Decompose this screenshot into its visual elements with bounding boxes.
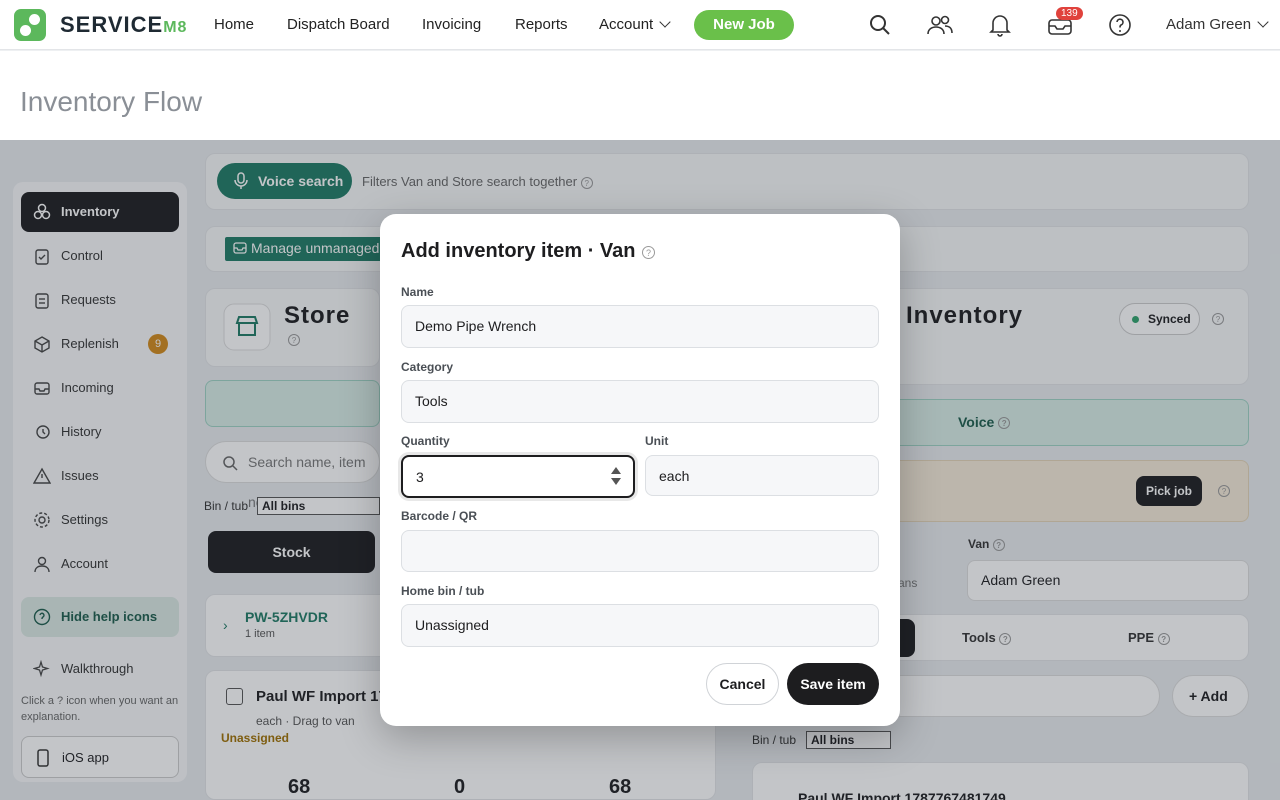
top-nav: SERVICEM8 Home Dispatch Board Invoicing … — [0, 0, 1280, 50]
servicem8-logo-icon[interactable] — [14, 9, 46, 41]
nav-account[interactable]: Account — [599, 16, 671, 33]
barcode-input[interactable] — [401, 530, 879, 572]
home-bin-select[interactable]: Unassigned — [401, 604, 879, 647]
help-icon[interactable]: ? — [642, 246, 655, 259]
stepper-arrows-icon[interactable] — [611, 465, 621, 487]
help-icon[interactable] — [1107, 12, 1133, 38]
nav-home[interactable]: Home — [214, 16, 254, 33]
name-input[interactable]: Demo Pipe Wrench — [401, 305, 879, 348]
dialog-title: Add inventory item · Van — [401, 240, 636, 262]
chevron-down-icon — [659, 16, 671, 28]
add-inventory-item-dialog: Add inventory item · Van ? Name Demo Pip… — [380, 214, 900, 726]
name-label: Name — [401, 285, 434, 299]
barcode-label: Barcode / QR — [401, 509, 478, 523]
unit-label: Unit — [645, 434, 669, 448]
user-menu[interactable]: Adam Green — [1166, 16, 1269, 33]
users-icon[interactable] — [926, 12, 954, 38]
bell-icon[interactable] — [987, 12, 1013, 38]
category-label: Category — [401, 360, 454, 374]
cancel-button[interactable]: Cancel — [706, 663, 779, 705]
nav-reports[interactable]: Reports — [515, 16, 568, 33]
category-input[interactable]: Tools — [401, 380, 879, 423]
quantity-stepper[interactable]: 3 — [401, 455, 635, 498]
search-icon[interactable] — [867, 12, 893, 38]
quantity-label: Quantity — [401, 434, 450, 448]
nav-dispatch-board[interactable]: Dispatch Board — [287, 16, 390, 33]
unit-input[interactable]: each — [645, 455, 879, 496]
home-bin-label: Home bin / tub — [401, 584, 485, 598]
nav-invoicing[interactable]: Invoicing — [422, 16, 481, 33]
inbox-count-badge: 139 — [1056, 7, 1083, 20]
brand-wordmark: SERVICEM8 — [60, 12, 188, 37]
chevron-down-icon — [1257, 16, 1269, 28]
new-job-button[interactable]: New Job — [694, 10, 794, 40]
save-item-button[interactable]: Save item — [787, 663, 879, 705]
page-title: Inventory Flow — [20, 86, 203, 117]
